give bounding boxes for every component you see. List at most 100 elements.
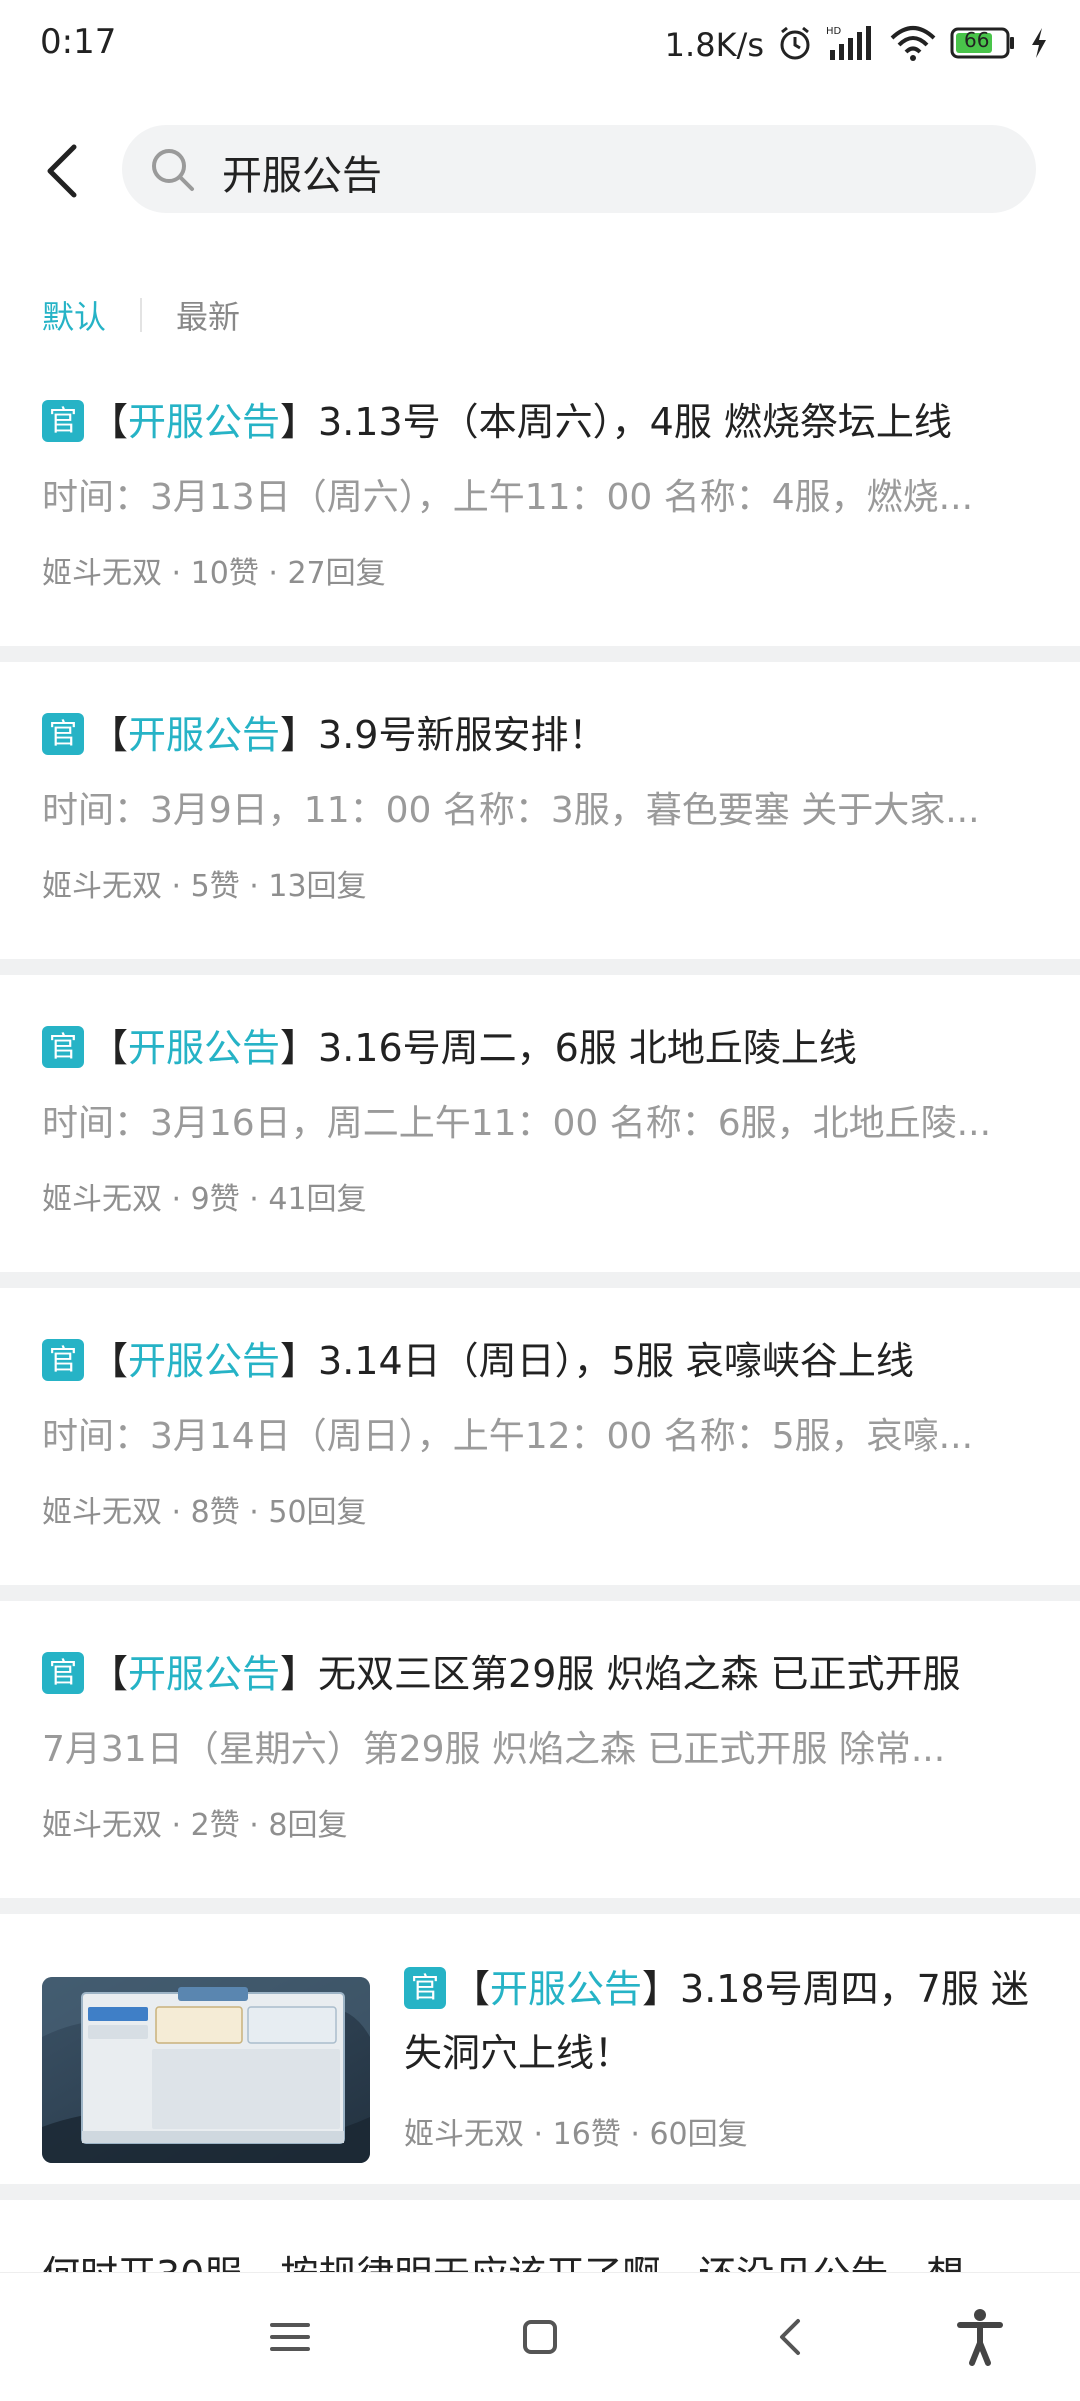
post-author[interactable]: 姬斗无双 — [42, 1182, 162, 1217]
signal-icon: HD — [826, 24, 876, 66]
post-meta: 姬斗无双 · 10赞 · 27回复 — [42, 552, 386, 596]
post-author[interactable]: 姬斗无双 — [42, 556, 162, 591]
post-title[interactable]: 官【开服公告】3.16号周二，6服 北地丘陵上线 — [42, 1018, 1046, 1078]
meta-dot: · — [171, 1808, 182, 1843]
post-separator — [0, 646, 1080, 662]
post-item-with-image[interactable]: 官【开服公告】3.18号周四，7服 迷失洞穴上线！ 姬斗无双 · 16赞 · 6… — [0, 1937, 1080, 2177]
home-button[interactable] — [508, 2305, 572, 2369]
post-meta: 姬斗无双 · 5赞 · 13回复 — [42, 865, 367, 909]
battery-level: 66 — [964, 28, 990, 52]
post-likes: 8赞 — [190, 1495, 240, 1530]
post-excerpt: 时间：3月9日，11：00 名称：3服，暮色要塞 关于大家... — [42, 790, 980, 831]
back-button[interactable] — [36, 139, 96, 203]
bracket-open: 【 — [90, 400, 129, 444]
meta-dot: · — [171, 1495, 182, 1530]
network-speed: 1.8K/s — [664, 26, 764, 64]
official-badge: 官 — [42, 1651, 84, 1694]
meta-dot: · — [533, 2117, 544, 2152]
menu-icon — [270, 2323, 310, 2351]
tab-divider — [140, 298, 143, 332]
meta-dot: · — [249, 1808, 259, 1843]
post-author[interactable]: 姬斗无双 — [404, 2117, 524, 2152]
post-tag: 开服公告 — [128, 713, 281, 757]
post-separator — [0, 1585, 1080, 1601]
post-title[interactable]: 官【开服公告】3.18号周四，7服 迷失洞穴上线！ — [404, 1957, 1046, 2085]
nav-back-button[interactable] — [760, 2305, 824, 2369]
post-item[interactable]: 官【开服公告】无双三区第29服 炽焰之森 已正式开服 7月31日（星期六）第29… — [0, 1624, 1080, 1924]
wifi-icon — [888, 24, 938, 66]
post-separator — [0, 959, 1080, 975]
post-excerpt: 时间：3月14日（周日），上午12：00 名称：5服，哀嚎... — [42, 1416, 974, 1457]
status-time: 0:17 — [40, 22, 117, 62]
meta-dot: · — [249, 869, 259, 904]
post-replies: 13回复 — [268, 869, 367, 904]
post-replies: 27回复 — [287, 556, 386, 591]
tab-latest[interactable]: 最新 — [176, 292, 240, 338]
back-arrow-icon — [47, 144, 77, 198]
meta-dot: · — [171, 556, 182, 591]
meta-dot: · — [249, 1495, 259, 1530]
post-title[interactable]: 官【开服公告】3.14日（周日），5服 哀嚎峡谷上线 — [42, 1331, 1046, 1391]
status-bar: 0:17 1.8K/s HD 66 — [0, 0, 1080, 90]
post-title-text: 3.14日（周日），5服 哀嚎峡谷上线 — [318, 1339, 914, 1383]
official-badge: 官 — [42, 399, 84, 442]
post-tag: 开服公告 — [128, 1339, 281, 1383]
nav-back-icon — [780, 2319, 800, 2355]
post-excerpt: 时间：3月16日，周二上午11：00 名称：6服，北地丘陵... — [42, 1103, 992, 1144]
bracket-close: 】 — [280, 1339, 319, 1383]
post-title-text: 3.13号（本周六），4服 燃烧祭坛上线 — [318, 400, 952, 444]
accessibility-button[interactable] — [948, 2305, 1012, 2369]
post-excerpt: 7月31日（星期六）第29服 炽焰之森 已正式开服 除常... — [42, 1729, 946, 1770]
bracket-close: 】 — [280, 400, 319, 444]
post-item[interactable]: 官【开服公告】3.16号周二，6服 北地丘陵上线 时间：3月16日，周二上午11… — [0, 998, 1080, 1298]
post-separator — [0, 1272, 1080, 1288]
search-query[interactable]: 开服公告 — [222, 143, 382, 201]
search-input[interactable]: 开服公告 — [122, 125, 1036, 213]
bracket-open: 【 — [90, 1652, 129, 1696]
bracket-open: 【 — [90, 1339, 129, 1383]
post-replies: 60回复 — [649, 2117, 748, 2152]
post-likes: 2赞 — [190, 1808, 240, 1843]
official-badge: 官 — [42, 712, 84, 755]
post-author[interactable]: 姬斗无双 — [42, 869, 162, 904]
post-replies: 50回复 — [268, 1495, 367, 1530]
bracket-close: 】 — [280, 1652, 319, 1696]
alarm-icon — [776, 24, 814, 66]
bracket-close: 】 — [642, 1967, 681, 2011]
meta-dot: · — [171, 869, 182, 904]
search-header: 开服公告 — [0, 125, 1080, 217]
official-badge: 官 — [42, 1025, 84, 1068]
post-tag: 开服公告 — [128, 1652, 281, 1696]
meta-dot: · — [268, 556, 278, 591]
search-icon — [152, 149, 194, 191]
meta-dot: · — [630, 2117, 640, 2152]
post-author[interactable]: 姬斗无双 — [42, 1495, 162, 1530]
post-title[interactable]: 官【开服公告】无双三区第29服 炽焰之森 已正式开服 — [42, 1644, 1046, 1704]
post-replies: 41回复 — [268, 1182, 367, 1217]
post-item[interactable]: 官【开服公告】3.14日（周日），5服 哀嚎峡谷上线 时间：3月14日（周日），… — [0, 1311, 1080, 1611]
bracket-close: 】 — [280, 713, 319, 757]
menu-button[interactable] — [258, 2305, 322, 2369]
post-item[interactable]: 官【开服公告】3.9号新服安排！ 时间：3月9日，11：00 名称：3服，暮色要… — [0, 685, 1080, 985]
bracket-open: 【 — [90, 713, 129, 757]
official-badge: 官 — [42, 1338, 84, 1381]
post-meta: 姬斗无双 · 8赞 · 50回复 — [42, 1491, 367, 1535]
post-likes: 16赞 — [552, 2117, 621, 2152]
post-tag: 开服公告 — [128, 400, 281, 444]
svg-text:HD: HD — [826, 26, 842, 37]
post-thumbnail[interactable] — [42, 1977, 370, 2163]
tab-default[interactable]: 默认 — [42, 292, 106, 338]
post-meta: 姬斗无双 · 9赞 · 41回复 — [42, 1178, 367, 1222]
post-author[interactable]: 姬斗无双 — [42, 1808, 162, 1843]
bracket-open: 【 — [90, 1026, 129, 1070]
post-meta: 姬斗无双 · 2赞 · 8回复 — [42, 1804, 347, 1848]
post-item[interactable]: 官【开服公告】3.13号（本周六），4服 燃烧祭坛上线 时间：3月13日（周六）… — [0, 372, 1080, 672]
post-title[interactable]: 官【开服公告】3.13号（本周六），4服 燃烧祭坛上线 — [42, 392, 1046, 452]
post-tag: 开服公告 — [128, 1026, 281, 1070]
post-tag: 开服公告 — [490, 1967, 643, 2011]
post-title[interactable]: 官【开服公告】3.9号新服安排！ — [42, 705, 1046, 765]
post-likes: 10赞 — [190, 556, 259, 591]
sort-tabs: 默认 最新 — [42, 290, 240, 340]
post-meta: 姬斗无双 · 16赞 · 60回复 — [404, 2113, 748, 2157]
accessibility-icon — [957, 2309, 1003, 2366]
